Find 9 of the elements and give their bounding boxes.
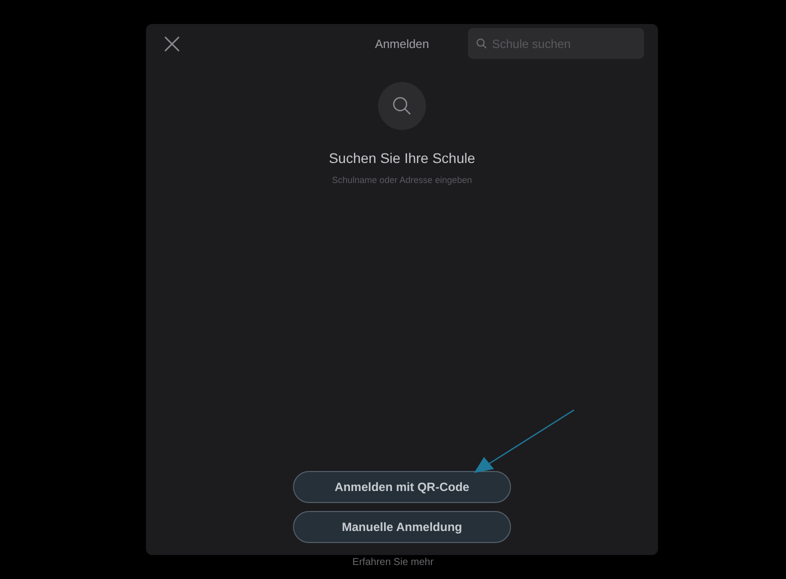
search-icon bbox=[378, 82, 426, 130]
login-button[interactable]: Anmelden mit QR-Code bbox=[293, 471, 511, 503]
empty-state-heading: Suchen Sie Ihre Schule bbox=[328, 150, 476, 166]
empty-state-hint: Schulname oder Adresse eingeben bbox=[332, 175, 472, 185]
learn-more-link[interactable]: Erfahren Sie mehr bbox=[0, 558, 786, 568]
search-icon bbox=[476, 38, 487, 49]
dialog-title: Anmelden bbox=[374, 37, 430, 51]
close-icon[interactable] bbox=[164, 36, 180, 52]
login-button[interactable]: Manuelle Anmeldung bbox=[293, 511, 511, 543]
